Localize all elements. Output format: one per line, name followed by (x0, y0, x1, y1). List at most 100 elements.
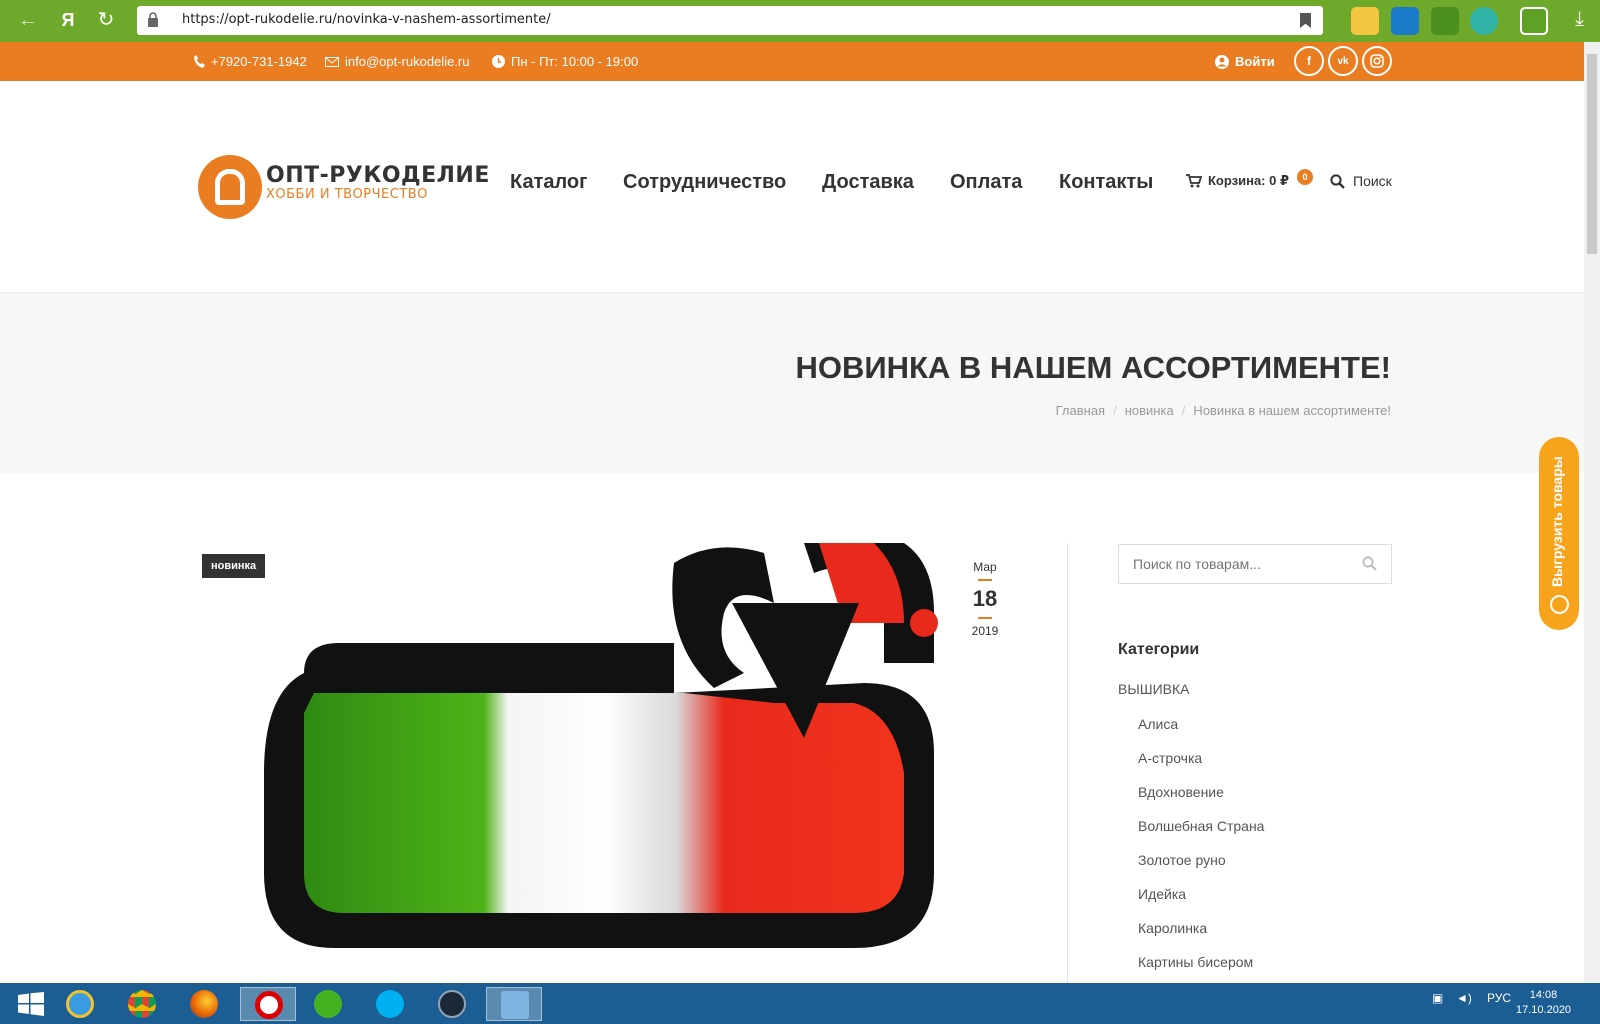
categories-heading: Категории (1118, 641, 1200, 658)
vk-icon[interactable]: vk (1328, 46, 1358, 76)
extension-icon-4[interactable] (1470, 7, 1498, 35)
taskbar-steam[interactable] (424, 987, 480, 1021)
user-icon (1215, 54, 1229, 69)
category-item[interactable]: Идейка (1138, 886, 1186, 902)
browser-toolbar: ← Я ↻ https://opt-rukodelie.ru/novinka-v… (0, 0, 1600, 42)
login-link[interactable]: Войти (1215, 54, 1275, 69)
logo-subtitle: ХОББИ И ТВОРЧЕСТВО (266, 187, 428, 202)
volume-icon[interactable]: ◄) (1456, 991, 1472, 1005)
chrome-icon (128, 990, 156, 1018)
clock-time: 14:08 (1529, 989, 1558, 1001)
post-featured-image[interactable] (244, 543, 949, 955)
category-item[interactable]: Вдохновение (1138, 784, 1224, 800)
breadcrumb-separator: / (1181, 403, 1186, 418)
category-item[interactable]: Каролинка (1138, 920, 1207, 936)
date-year: 2019 (971, 624, 999, 638)
bookmark-icon[interactable] (1300, 13, 1311, 28)
skype-icon (376, 990, 404, 1018)
taskbar-firefox[interactable] (176, 987, 232, 1021)
clock-date: 17.10.2020 (1516, 1004, 1572, 1016)
address-bar[interactable]: https://opt-rukodelie.ru/novinka-v-nashe… (137, 6, 1323, 35)
post-date: Мар 18 2019 (962, 560, 1008, 638)
cart-link[interactable]: Корзина: 0 ₽ 0 (1186, 169, 1314, 189)
system-clock[interactable]: 14:08 17.10.2020 (1516, 988, 1571, 1018)
email-text: info@opt-rukodelie.ru (345, 54, 470, 69)
facebook-icon[interactable]: f (1294, 46, 1324, 76)
search-link[interactable]: Поиск (1330, 173, 1392, 189)
breadcrumb-category[interactable]: новинка (1125, 403, 1174, 418)
mail-icon (325, 56, 339, 67)
search-icon (1330, 173, 1345, 189)
phone-item[interactable]: +7920-731-1942 (194, 54, 307, 69)
cart-icon (1186, 174, 1202, 188)
site-header: ОПТ-РУКОДЕЛИЕ ХОББИ И ТВОРЧЕСТВО Каталог… (0, 81, 1584, 293)
category-item[interactable]: Картины бисером (1138, 954, 1253, 970)
taskbar-skype[interactable] (362, 987, 418, 1021)
steam-icon (438, 990, 466, 1018)
menu-item-contacts[interactable]: Контакты (1059, 171, 1153, 194)
product-search-input[interactable] (1119, 545, 1391, 583)
logo-mark[interactable] (198, 155, 262, 219)
extension-icon-1[interactable] (1351, 7, 1379, 35)
category-item[interactable]: Волшебная Страна (1138, 818, 1264, 834)
lock-icon (148, 12, 158, 27)
network-icon[interactable]: ▣ (1432, 991, 1443, 1005)
export-products-tab[interactable]: Выгрузить товары (1539, 437, 1579, 630)
category-root-embroidery[interactable]: ВЫШИВКА (1118, 681, 1189, 697)
hours-item: Пн - Пт: 10:00 - 19:00 (492, 54, 638, 69)
instagram-icon[interactable] (1362, 46, 1392, 76)
breadcrumb-separator: / (1113, 403, 1117, 418)
back-icon[interactable]: ← (14, 6, 42, 34)
taskbar-control-panel[interactable] (486, 987, 542, 1021)
yandex-button[interactable]: Я (54, 6, 82, 34)
cloud-upload-icon (1550, 595, 1569, 614)
contact-topbar: +7920-731-1942 info@opt-rukodelie.ru Пн … (0, 42, 1584, 81)
date-day: 18 (972, 586, 998, 611)
search-label: Поиск (1353, 173, 1392, 189)
email-item[interactable]: info@opt-rukodelie.ru (325, 54, 469, 69)
page-scrollbar[interactable] (1584, 42, 1600, 983)
extension-icon-2[interactable] (1391, 7, 1419, 35)
scrollbar-thumb[interactable] (1587, 54, 1597, 254)
phone-icon (194, 55, 205, 68)
cart-count-badge: 0 (1297, 169, 1314, 185)
phone-text: +7920-731-1942 (211, 54, 307, 69)
download-icon[interactable]: ⤓ (1575, 8, 1584, 31)
date-month: Мар (973, 560, 997, 574)
firefox-icon (190, 990, 218, 1018)
windows-taskbar: ▣ ◄) РУС 14:08 17.10.2020 (0, 983, 1600, 1024)
category-item[interactable]: Золотое руно (1138, 852, 1226, 868)
url-text: https://opt-rukodelie.ru/novinka-v-nashe… (182, 12, 551, 27)
clock-icon (492, 55, 505, 68)
category-tag[interactable]: новинка (202, 554, 266, 578)
hours-text: Пн - Пт: 10:00 - 19:00 (511, 54, 639, 69)
product-search (1118, 544, 1392, 584)
search-icon[interactable] (1362, 556, 1377, 571)
page-title: НОВИНКА В НАШЕМ АССОРТИМЕНТЕ! (795, 350, 1391, 385)
logo-title[interactable]: ОПТ-РУКОДЕЛИЕ (266, 163, 490, 188)
menu-item-payment[interactable]: Оплата (950, 171, 1022, 194)
menu-item-catalog[interactable]: Каталог (510, 171, 587, 194)
breadcrumb-home[interactable]: Главная (1056, 403, 1105, 418)
category-item[interactable]: А-строчка (1138, 750, 1202, 766)
sidebar-divider (1067, 543, 1068, 983)
italian-flag-image (264, 543, 938, 948)
export-products-label: Выгрузить товары (1549, 456, 1565, 587)
extension-icon-3[interactable] (1431, 7, 1459, 35)
menu-item-delivery[interactable]: Доставка (822, 171, 914, 194)
breadcrumb: Главная / новинка / Новинка в нашем ассо… (1056, 403, 1391, 418)
taskbar-mail-agent[interactable] (300, 987, 356, 1021)
taskbar-ie[interactable] (52, 987, 108, 1021)
page-title-band: НОВИНКА В НАШЕМ АССОРТИМЕНТЕ! Главная / … (0, 293, 1584, 473)
extension-icon-5[interactable] (1520, 7, 1548, 35)
category-item[interactable]: Алиса (1138, 716, 1178, 732)
taskbar-opera[interactable] (240, 987, 296, 1021)
reload-icon[interactable]: ↻ (92, 6, 120, 34)
ie-icon (66, 990, 94, 1018)
taskbar-chrome[interactable] (114, 987, 170, 1021)
breadcrumb-current: Новинка в нашем ассортименте! (1193, 403, 1391, 418)
language-indicator[interactable]: РУС (1487, 991, 1511, 1005)
menu-item-cooperation[interactable]: Сотрудничество (623, 171, 786, 194)
windows-logo-icon (18, 992, 44, 1016)
login-text: Войти (1235, 54, 1275, 69)
